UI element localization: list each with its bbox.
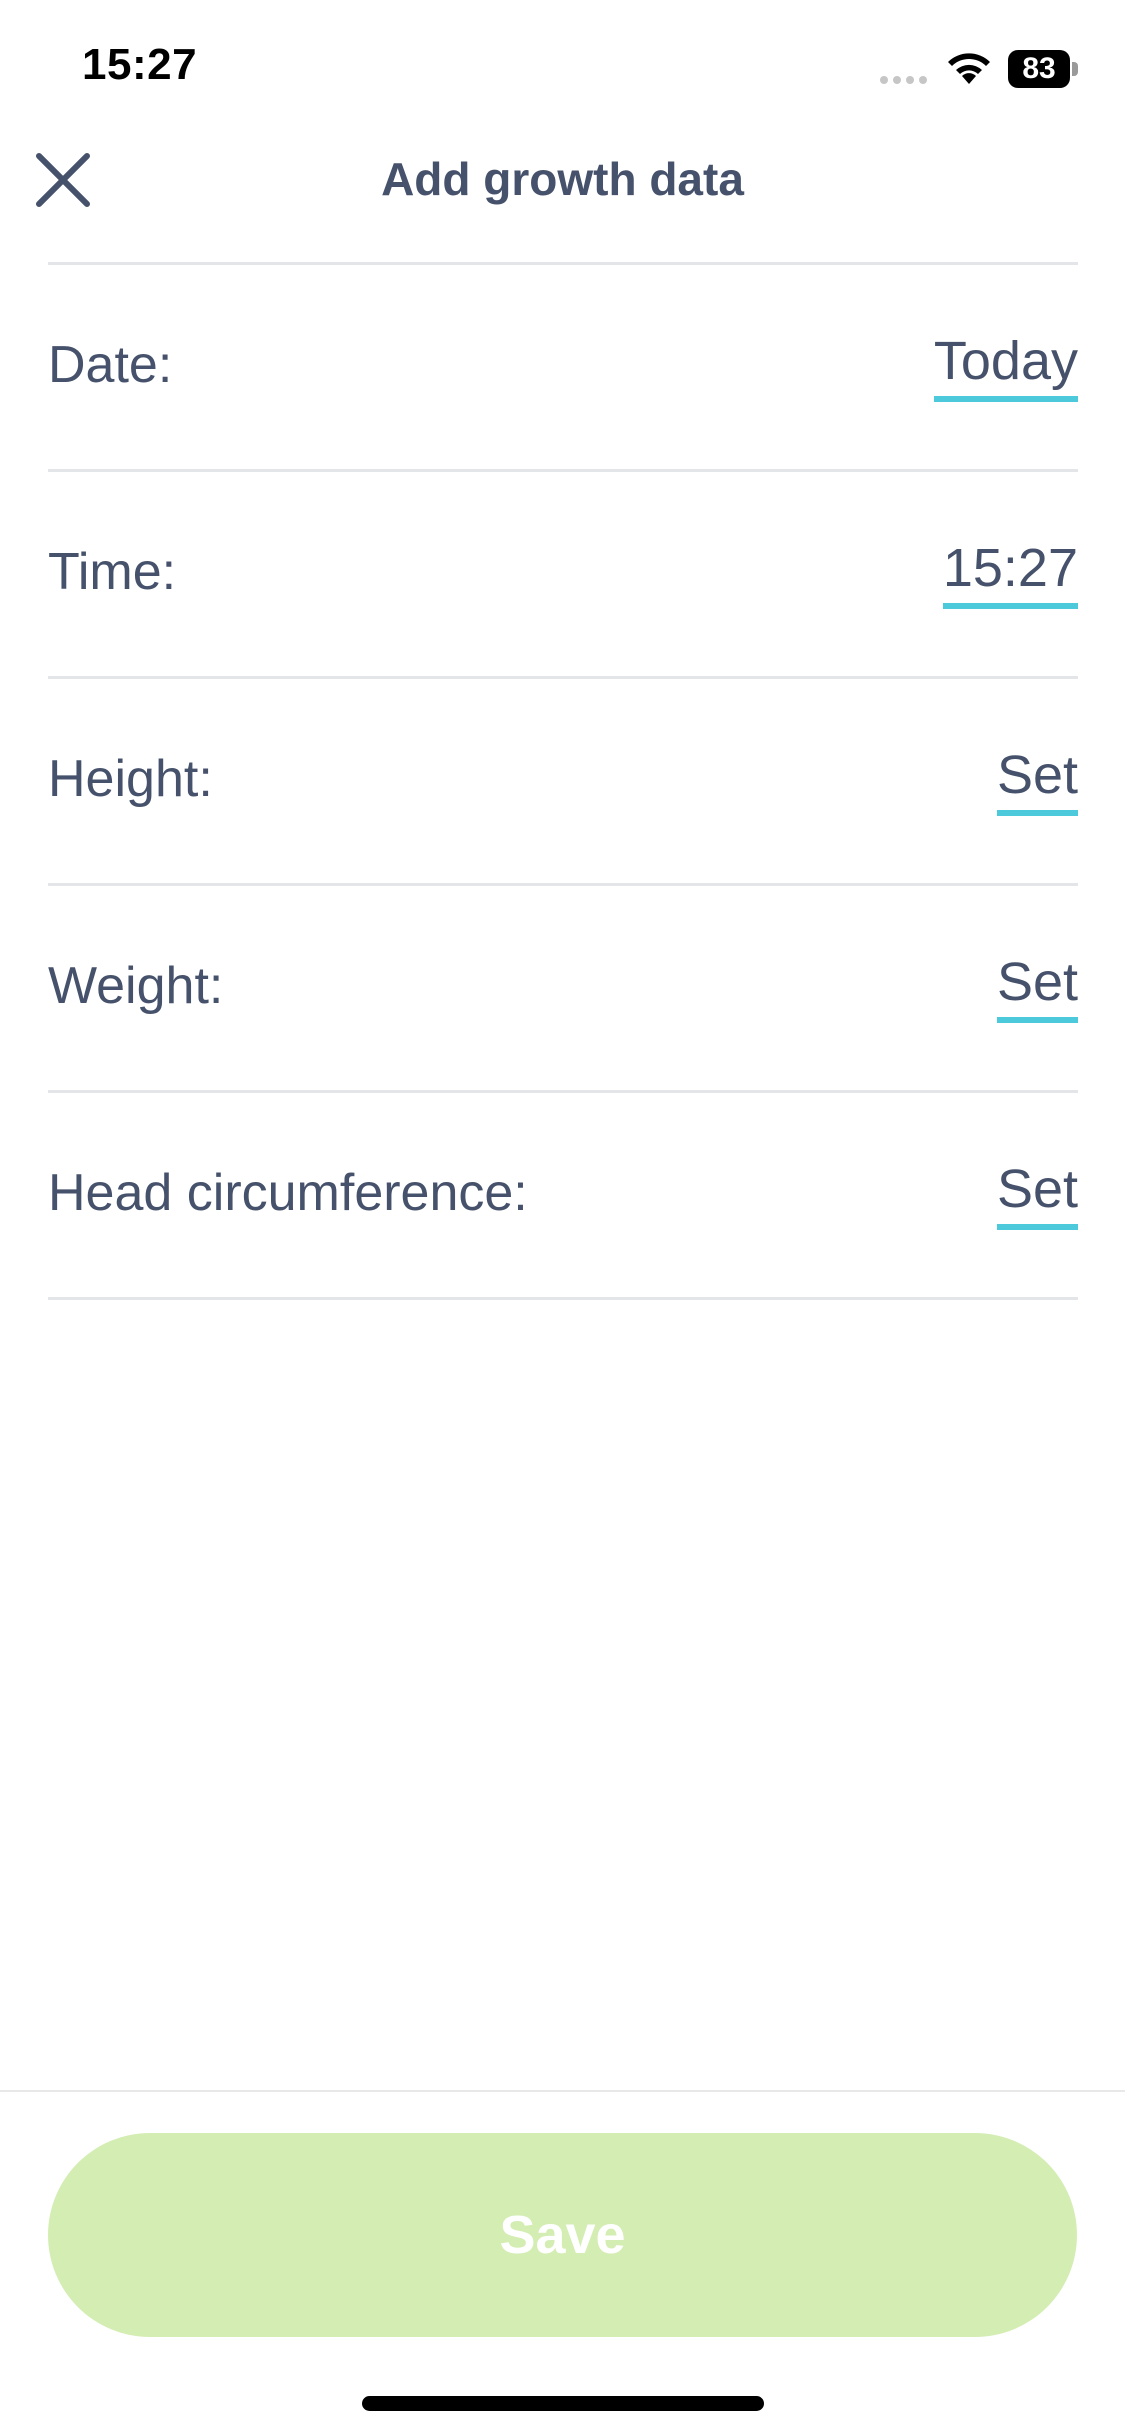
save-button-label: Save bbox=[499, 2205, 626, 2265]
head-circumference-row[interactable]: Head circumference: Set bbox=[48, 1093, 1078, 1300]
page-title: Add growth data bbox=[381, 153, 744, 205]
height-label: Height: bbox=[48, 750, 213, 808]
date-label: Date: bbox=[48, 336, 173, 394]
date-row[interactable]: Date: Today bbox=[48, 265, 1078, 472]
save-button[interactable]: Save bbox=[48, 2133, 1077, 2337]
time-label: Time: bbox=[48, 543, 177, 601]
wifi-icon bbox=[948, 53, 990, 84]
time-value-button[interactable]: 15:27 bbox=[942, 540, 1078, 609]
cellular-signal-icon bbox=[880, 76, 927, 84]
status-time: 15:27 bbox=[82, 40, 198, 89]
head-circumference-label: Head circumference: bbox=[48, 1164, 528, 1222]
weight-label: Weight: bbox=[48, 957, 224, 1015]
date-value-button[interactable]: Today bbox=[933, 333, 1078, 402]
weight-row[interactable]: Weight: Set bbox=[48, 886, 1078, 1093]
battery-icon: 83 bbox=[1008, 50, 1078, 88]
growth-data-form: Date: Today Time: 15:27 Height: Set Weig… bbox=[48, 262, 1078, 1300]
time-row[interactable]: Time: 15:27 bbox=[48, 472, 1078, 679]
height-row[interactable]: Height: Set bbox=[48, 679, 1078, 886]
status-bar: 15:27 83 bbox=[0, 0, 1125, 140]
battery-level: 83 bbox=[1022, 52, 1056, 85]
head-circumference-set-button[interactable]: Set bbox=[996, 1161, 1078, 1230]
footer-divider bbox=[0, 2090, 1125, 2092]
weight-set-button[interactable]: Set bbox=[996, 954, 1078, 1023]
height-set-button[interactable]: Set bbox=[996, 747, 1078, 816]
home-indicator[interactable] bbox=[362, 2396, 764, 2411]
